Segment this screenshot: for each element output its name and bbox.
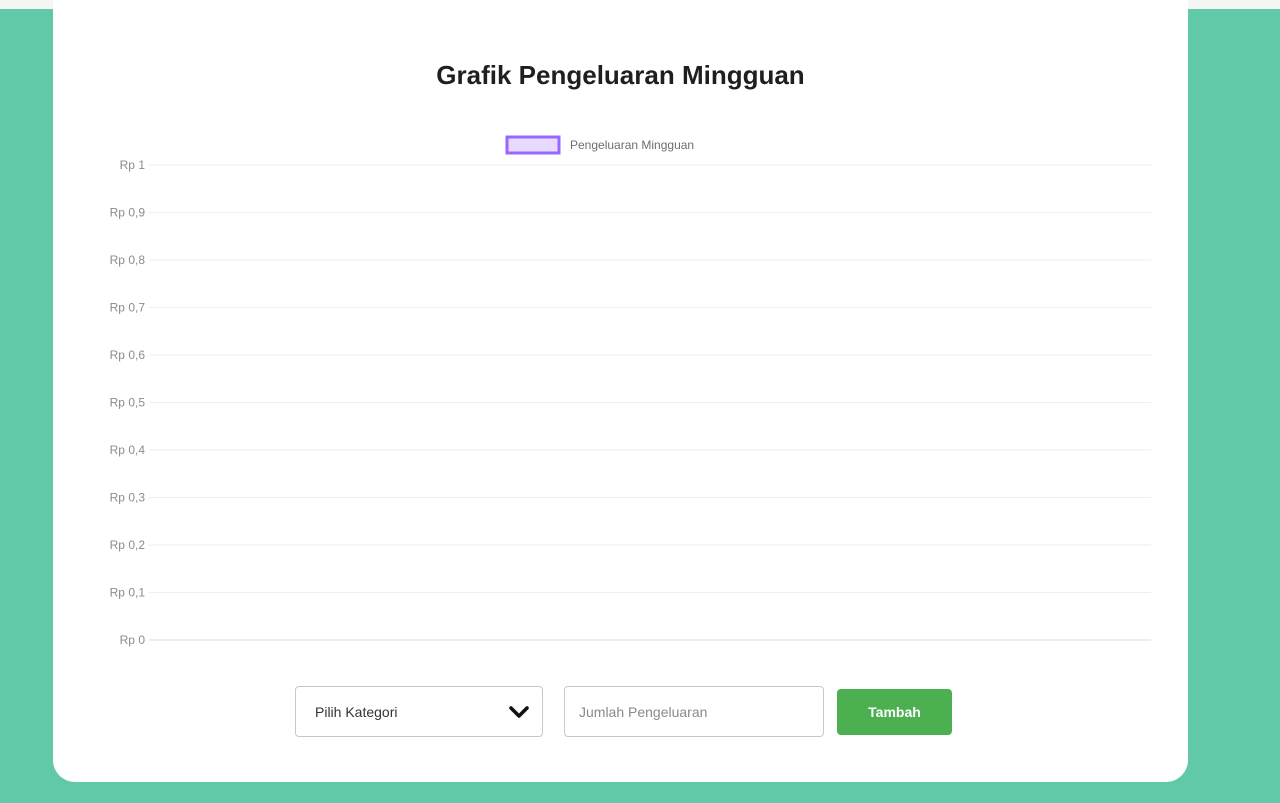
- category-select[interactable]: Pilih Kategori: [295, 686, 543, 737]
- chart-legend[interactable]: Pengeluaran Mingguan: [505, 135, 694, 155]
- y-tick-label: Rp 0,2: [110, 538, 146, 552]
- y-tick-label: Rp 0,6: [110, 348, 146, 362]
- legend-swatch[interactable]: [505, 135, 561, 155]
- expense-form: Pilih Kategori Tambah: [295, 686, 952, 737]
- add-button[interactable]: Tambah: [837, 688, 952, 735]
- y-tick-label: Rp 0,4: [110, 443, 146, 457]
- expense-chart: Rp 0 Rp 0,1 Rp 0,2 Rp 0,3 Rp 0,4 Rp 0,5 Rp 0,6…: [110, 135, 1151, 647]
- category-select-value: Pilih Kategori: [315, 703, 398, 720]
- y-axis-ticks: Rp 0 Rp 0,1 Rp 0,2 Rp 0,3 Rp 0,4 Rp 0,5 Rp 0,6…: [110, 158, 146, 647]
- amount-input[interactable]: [564, 686, 824, 737]
- chart-card: Grafik Pengeluaran Mingguan Rp 0 Rp 0,1 Rp…: [53, 0, 1188, 782]
- y-tick-label: Rp 0: [120, 633, 146, 647]
- chart-grid: [149, 164, 1151, 641]
- y-tick-label: Rp 0,3: [110, 491, 146, 505]
- y-tick-label: Rp 0,8: [110, 253, 146, 267]
- y-tick-label: Rp 1: [120, 158, 146, 172]
- legend-label[interactable]: Pengeluaran Mingguan: [570, 138, 694, 152]
- chevron-down-icon: [508, 701, 530, 723]
- y-tick-label: Rp 0,9: [110, 206, 146, 220]
- y-tick-label: Rp 0,1: [110, 586, 146, 600]
- y-tick-label: Rp 0,7: [110, 301, 146, 315]
- y-tick-label: Rp 0,5: [110, 396, 146, 410]
